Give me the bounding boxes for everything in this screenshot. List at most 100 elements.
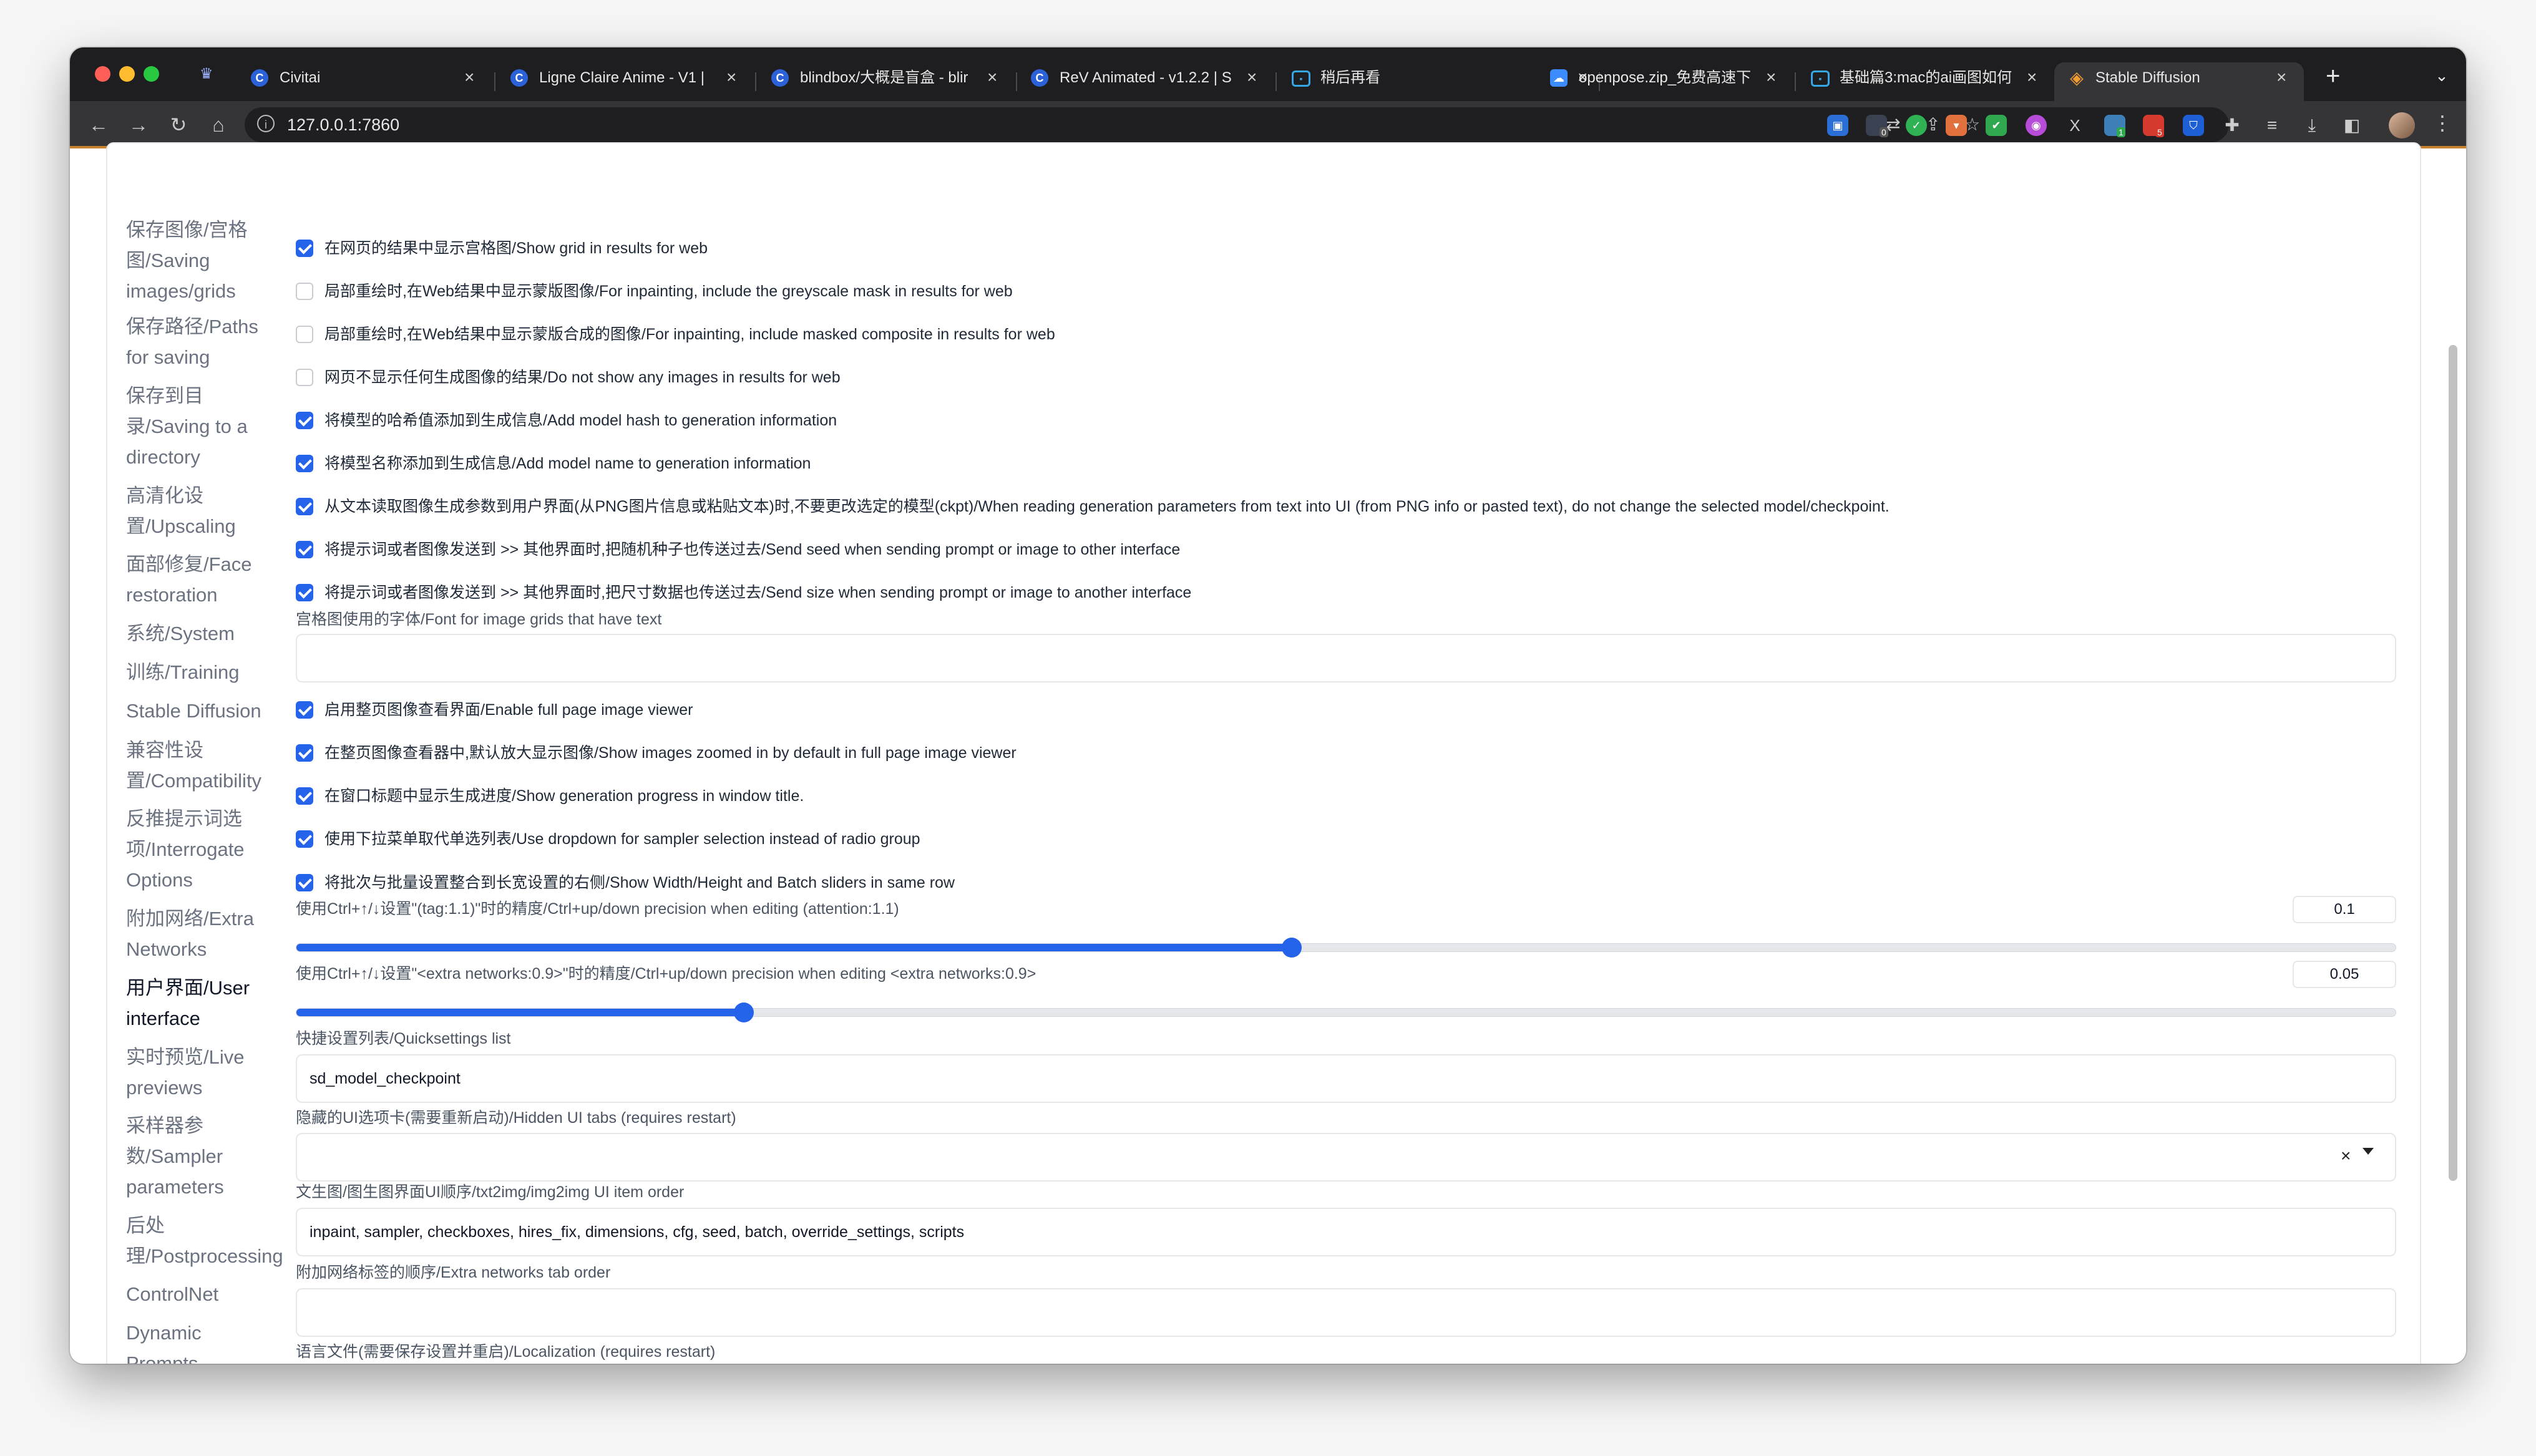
sidebar-item-compatibility[interactable]: 兼容性设 置/Compatibility xyxy=(126,735,288,796)
sidebar-item-label: 用户界面/User xyxy=(126,977,250,999)
setting-label: 使用下拉菜单取代单选列表/Use dropdown for sampler se… xyxy=(324,830,920,848)
site-info-icon[interactable]: i xyxy=(257,115,275,132)
extension-screenshot-icon[interactable]: ▣ xyxy=(1827,115,1848,136)
extension-red-icon[interactable]: 5 xyxy=(2143,115,2164,137)
url-text[interactable]: 127.0.0.1:7860 xyxy=(287,115,399,134)
sidebar-item-label: 数/Sampler xyxy=(126,1145,223,1167)
close-icon[interactable]: × xyxy=(1766,67,1776,87)
sidebar-item-user-interface[interactable]: 用户界面/User interface xyxy=(126,973,288,1034)
tab-openpose-download[interactable]: ☁ openpose.zip_免费高速下 × xyxy=(1550,62,1790,101)
sidebar-item-system[interactable]: 系统/System xyxy=(126,618,288,649)
close-icon[interactable]: × xyxy=(987,67,997,87)
ui-order-value[interactable]: inpaint, sampler, checkboxes, hires_fix,… xyxy=(310,1221,964,1243)
extension-color-icon[interactable]: ◉ xyxy=(2026,115,2047,136)
extra-networks-precision-input[interactable]: 0.05 xyxy=(2293,961,2396,988)
tab-blindbox[interactable]: C blindbox/大概是盲盒 - blir × xyxy=(771,62,1012,101)
download-icon[interactable]: ⤓ xyxy=(2301,115,2323,136)
sidebar-item-face-restoration[interactable]: 面部修复/Face restoration xyxy=(126,549,288,610)
close-icon[interactable]: × xyxy=(1247,67,1257,87)
new-tab-icon[interactable]: + xyxy=(2326,61,2340,91)
sidebar-item-postprocessing[interactable]: 后处 理/Postprocessing xyxy=(126,1210,288,1271)
setting-label: 将批次与批量设置整合到长宽设置的右侧/Show Width/Height and… xyxy=(324,874,955,891)
reload-icon[interactable]: ↻ xyxy=(166,112,191,137)
sidebar-item-stable-diffusion[interactable]: Stable Diffusion xyxy=(126,696,288,726)
close-icon[interactable]: × xyxy=(2276,67,2286,87)
tab-watch-later[interactable]: ▪ 稍后再看 × xyxy=(1292,62,1587,101)
home-icon[interactable]: ⌂ xyxy=(206,112,231,137)
sidebar-item-saving-images[interactable]: 保存图像/宫格 图/Saving images/grids xyxy=(126,215,288,306)
tab-ligne-claire[interactable]: C Ligne Claire Anime - V1 | × xyxy=(510,62,751,101)
bilibili-icon: ▪ xyxy=(1811,70,1830,87)
checkbox[interactable] xyxy=(296,283,313,300)
checkbox[interactable] xyxy=(296,787,313,805)
extra-tab-order-input[interactable] xyxy=(296,1288,2396,1337)
chevron-down-icon[interactable]: ⌄ xyxy=(2435,66,2449,85)
extension-shield-icon[interactable]: ✔ xyxy=(1986,115,2007,136)
tab-mac-ai-tutorial[interactable]: ▪ 基础篇3:mac的ai画图如何 × xyxy=(1811,62,2051,101)
extra-networks-precision-slider[interactable] xyxy=(296,1002,2396,1022)
more-menu-icon[interactable]: ⋮ xyxy=(2432,111,2452,135)
extension-cloud-icon[interactable]: 1 xyxy=(2104,115,2125,137)
sidebar-item-controlnet[interactable]: ControlNet xyxy=(126,1279,288,1309)
sidebar-item-saving-directory[interactable]: 保存到目 录/Saving to a directory xyxy=(126,381,288,472)
extension-bitwarden-icon[interactable]: ⛉ xyxy=(2183,115,2204,136)
checkbox[interactable] xyxy=(296,412,313,429)
slider-thumb[interactable] xyxy=(1281,938,1302,958)
extension-green-icon[interactable]: ✓ xyxy=(1906,115,1927,136)
checkbox[interactable] xyxy=(296,326,313,343)
checkbox[interactable] xyxy=(296,874,313,891)
quicksettings-input[interactable]: sd_model_checkpoint xyxy=(296,1054,2396,1103)
forward-arrow-icon[interactable]: → xyxy=(126,112,151,137)
checkbox[interactable] xyxy=(296,455,313,472)
avatar[interactable] xyxy=(2389,112,2415,138)
clear-icon[interactable]: × xyxy=(2341,1145,2351,1167)
font-input[interactable] xyxy=(296,634,2396,682)
sidebar-item-label: 采样器参 xyxy=(126,1115,203,1137)
dropdown-arrow-icon[interactable] xyxy=(2363,1148,2374,1155)
crown-icon[interactable]: ♛ xyxy=(200,66,218,82)
close-window-button[interactable] xyxy=(95,66,110,82)
minimize-window-button[interactable] xyxy=(119,66,135,82)
checkbox[interactable] xyxy=(296,584,313,601)
hidden-tabs-label: 隐藏的UI选项卡(需要重新启动)/Hidden UI tabs (require… xyxy=(296,1109,736,1127)
close-icon[interactable]: × xyxy=(464,67,474,87)
sidebar-item-extra-networks[interactable]: 附加网络/Extra Networks xyxy=(126,903,288,964)
sidebar-item-sampler-parameters[interactable]: 采样器参 数/Sampler parameters xyxy=(126,1110,288,1202)
sidebar-item-interrogate[interactable]: 反推提示词选 项/Interrogate Options xyxy=(126,803,288,895)
extensions-puzzle-icon[interactable]: ✚ xyxy=(2221,115,2243,136)
slider-thumb[interactable] xyxy=(733,1002,754,1022)
close-icon[interactable]: × xyxy=(2027,67,2037,87)
sidebar-item-live-previews[interactable]: 实时预览/Live previews xyxy=(126,1042,288,1103)
attention-precision-slider[interactable] xyxy=(296,938,2396,958)
checkbox[interactable] xyxy=(296,744,313,762)
page-scrollbar[interactable] xyxy=(2449,345,2457,1181)
maximize-window-button[interactable] xyxy=(144,66,159,82)
hidden-tabs-dropdown[interactable]: × xyxy=(296,1133,2396,1182)
checkbox[interactable] xyxy=(296,830,313,848)
sidebar-item-upscaling[interactable]: 高清化设 置/Upscaling xyxy=(126,480,288,541)
tab-title: 稍后再看 xyxy=(1320,69,1380,86)
back-arrow-icon[interactable]: ← xyxy=(86,112,111,137)
extension-x-icon[interactable]: X xyxy=(2064,115,2085,136)
sidebar-item-training[interactable]: 训练/Training xyxy=(126,657,288,687)
tab-civitai[interactable]: C Civitai × xyxy=(251,62,482,101)
extension-cup-icon[interactable]: ▾ xyxy=(1946,115,1967,136)
close-icon[interactable]: × xyxy=(726,67,736,87)
share-icon[interactable]: ⇪ xyxy=(1926,115,1940,135)
address-bar[interactable]: i 127.0.0.1:7860 ⇄ ⇪ ☆ xyxy=(245,107,2229,142)
checkbox[interactable] xyxy=(296,240,313,257)
tab-rev-animated[interactable]: C ReV Animated - v1.2.2 | S × xyxy=(1031,62,1271,101)
checkbox[interactable] xyxy=(296,498,313,515)
quicksettings-value[interactable]: sd_model_checkpoint xyxy=(310,1068,461,1089)
checkbox[interactable] xyxy=(296,701,313,719)
sidebar-item-paths[interactable]: 保存路径/Paths for saving xyxy=(126,311,288,372)
ui-order-input[interactable]: inpaint, sampler, checkboxes, hires_fix,… xyxy=(296,1208,2396,1256)
checkbox[interactable] xyxy=(296,541,313,558)
side-panel-icon[interactable]: ◧ xyxy=(2341,115,2363,136)
reading-list-icon[interactable]: ≡ xyxy=(2261,115,2283,136)
attention-precision-input[interactable]: 0.1 xyxy=(2293,896,2396,923)
sidebar-item-dynamic-prompts[interactable]: Dynamic Prompts xyxy=(126,1318,288,1364)
checkbox[interactable] xyxy=(296,369,313,386)
extension-dark-icon[interactable]: 0 xyxy=(1866,115,1888,137)
tab-stable-diffusion[interactable]: ◈ Stable Diffusion × xyxy=(2054,62,2304,101)
